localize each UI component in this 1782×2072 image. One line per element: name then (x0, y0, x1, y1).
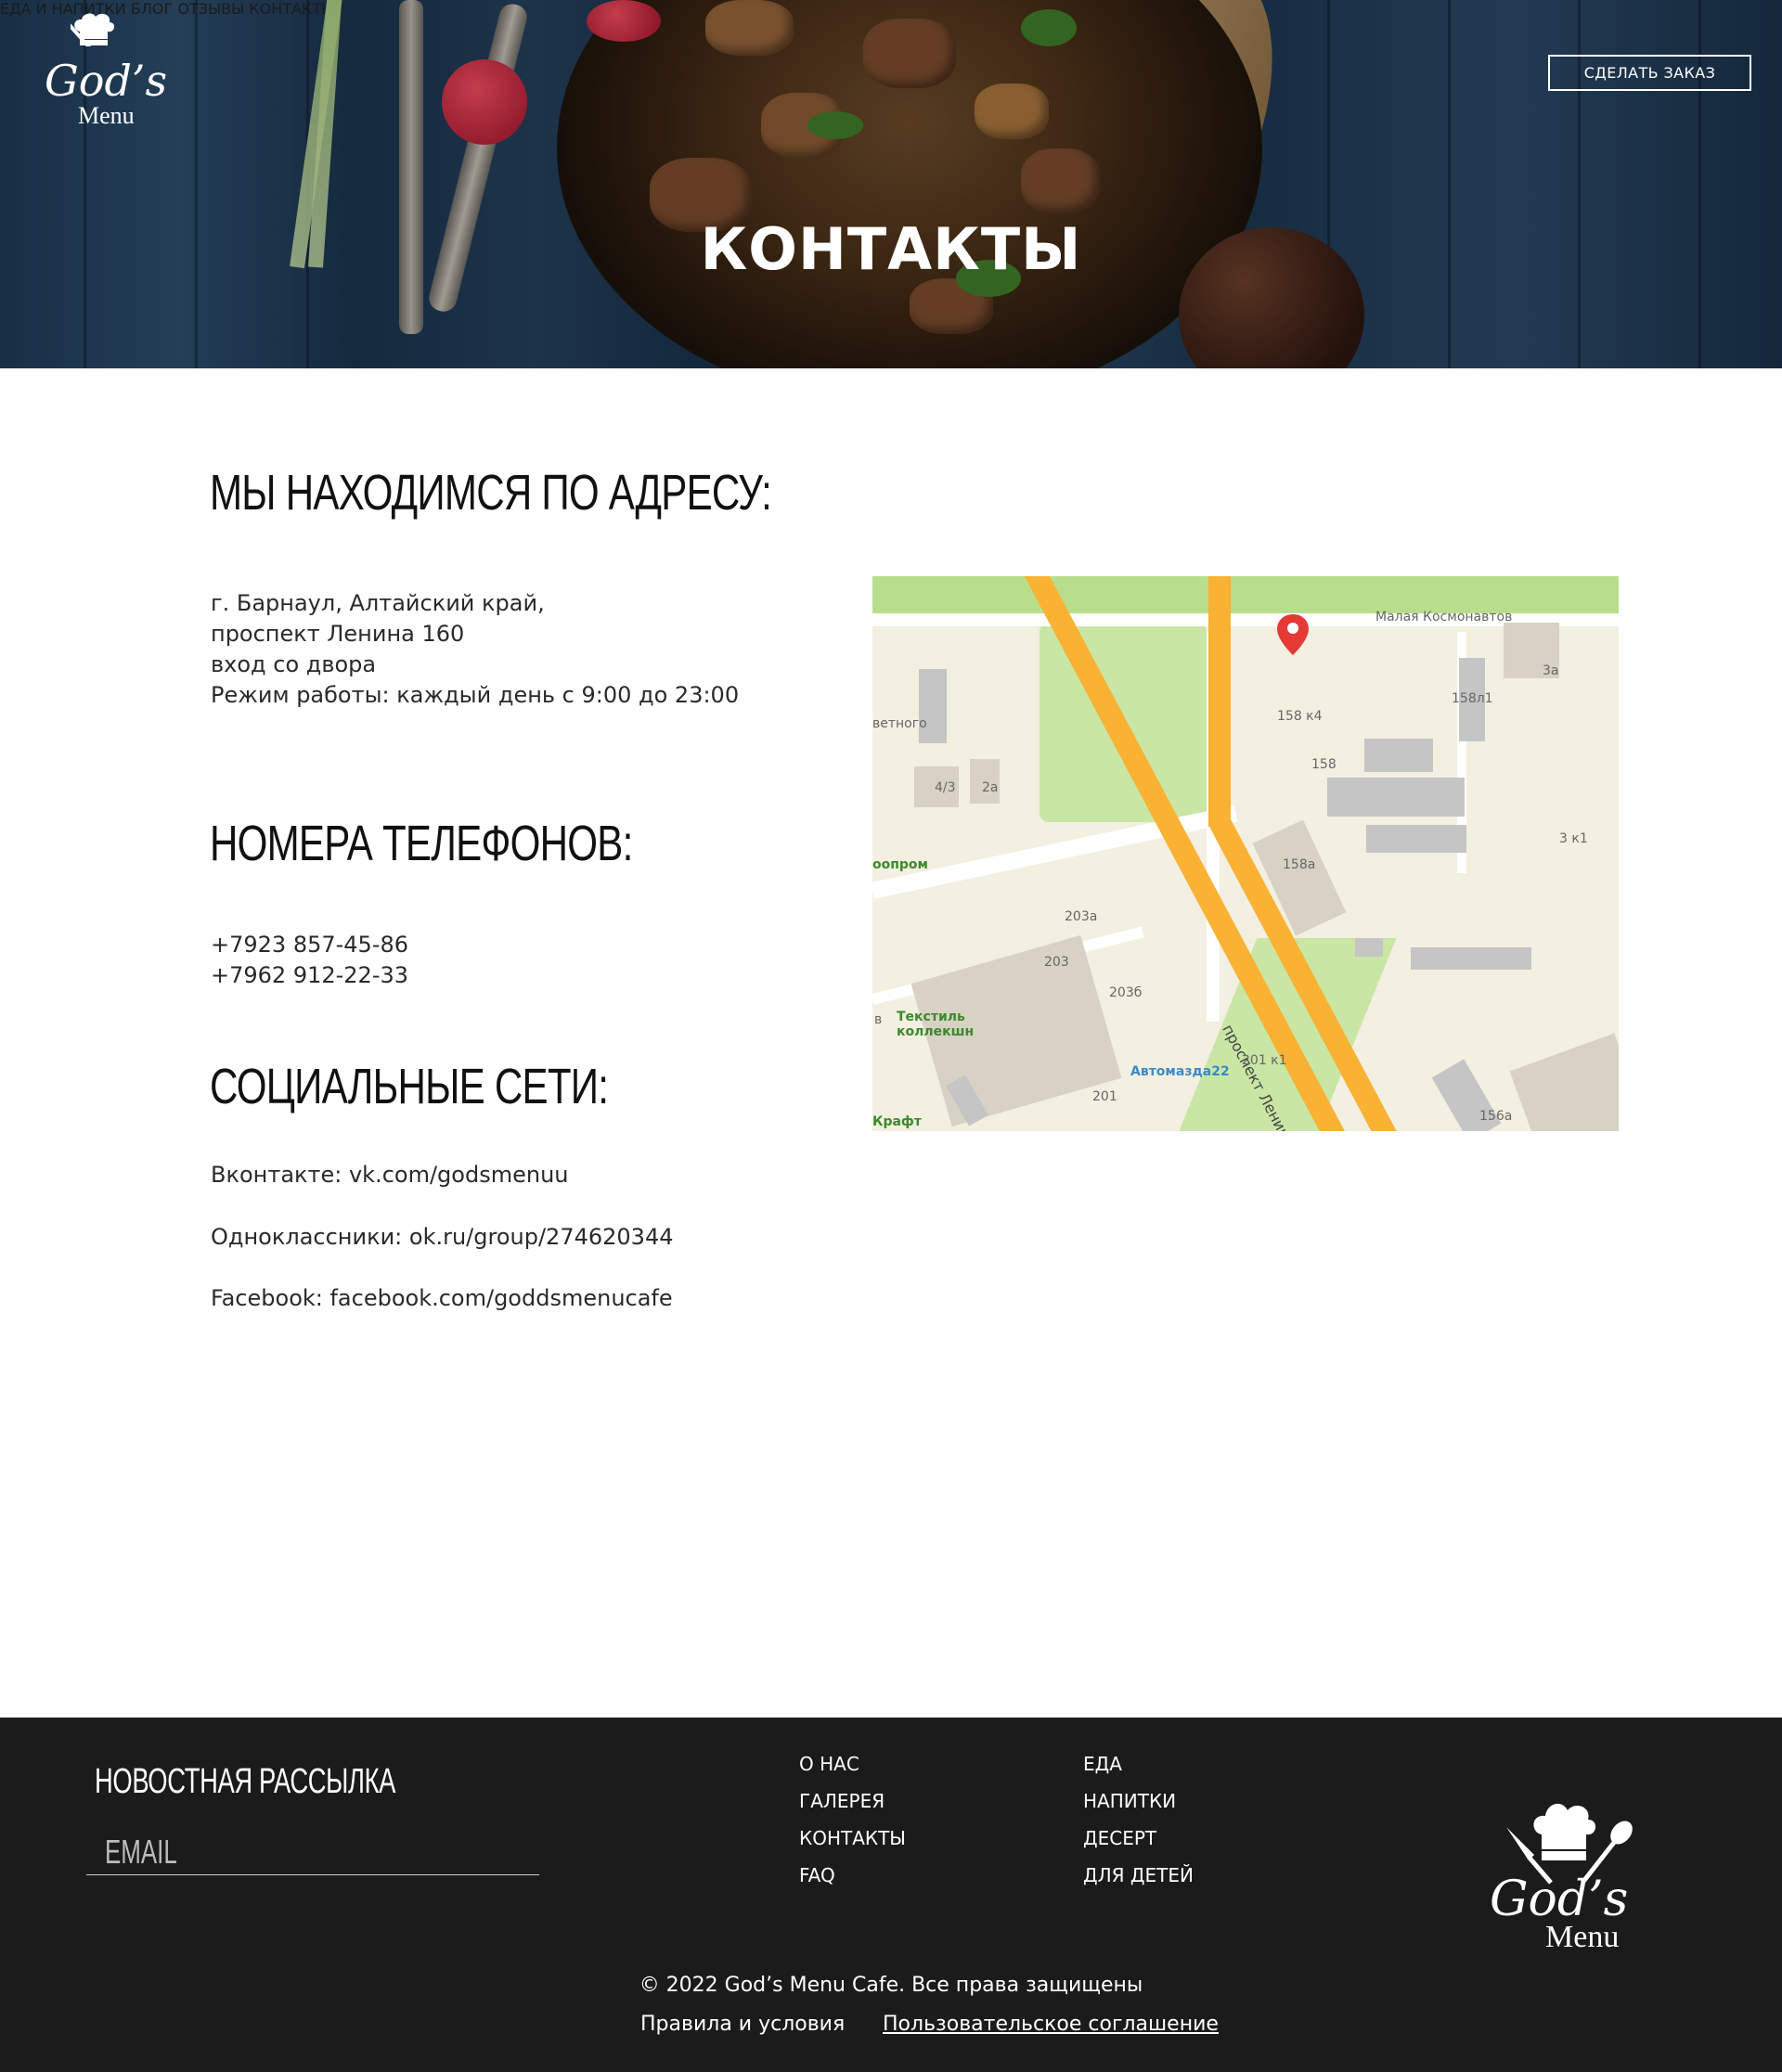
address-line: вход со двора (211, 651, 377, 677)
logo-script: God’s (1490, 1872, 1629, 1927)
footer-link-kids[interactable]: ДЛЯ ДЕТЕЙ (1083, 1857, 1194, 1894)
map-label: в (874, 1012, 883, 1027)
logo-script: God’s (45, 56, 168, 106)
map-label: 158 (1311, 757, 1336, 772)
map-label: 2а (982, 780, 999, 795)
phones-heading: НОМЕРА ТЕЛЕФОНОВ: (210, 816, 633, 871)
social-link-vk[interactable]: Вконтакте: vk.com/godsmenuu (211, 1160, 569, 1190)
logo-word: Menu (1545, 1920, 1620, 1954)
map-label: Крафт (872, 1114, 922, 1129)
footer-link-contacts[interactable]: КОНТАКТЫ (799, 1820, 906, 1857)
location-map[interactable]: Малая Космонавтов проспект Ленина 3а 158… (872, 576, 1619, 1131)
logo[interactable]: God’s Menu (39, 11, 167, 130)
map-label: 203а (1065, 909, 1098, 924)
map-poi-textile[interactable]: Текстиль коллекшн (897, 1010, 974, 1039)
footer-link-about[interactable]: О НАС (799, 1745, 906, 1782)
map-label: 201 (1092, 1089, 1117, 1104)
footer-logo[interactable]: God’s Menu (1490, 1790, 1647, 1957)
map-poi-automazda[interactable]: Автомазда22 (1130, 1064, 1230, 1079)
address-line: г. Барнаул, Алтайский край, (211, 590, 545, 616)
email-field[interactable] (86, 1827, 539, 1875)
footer-links-col1: О НАС ГАЛЕРЕЯ КОНТАКТЫ FAQ (799, 1745, 906, 1894)
footer-link-food[interactable]: ЕДА (1083, 1745, 1194, 1782)
footer-link-drinks[interactable]: НАПИТКИ (1083, 1782, 1194, 1820)
footer: НОВОСТНАЯ РАССЫЛКА EMAIL О НАС ГАЛЕРЕЯ К… (0, 1718, 1782, 2072)
map-label: 158 к4 (1277, 709, 1323, 724)
terms-link[interactable]: Правила и условия (640, 2013, 845, 2036)
map-label: 201 к1 (1242, 1053, 1287, 1068)
map-label: 4/3 (935, 780, 956, 795)
map-label: 3а (1543, 663, 1559, 678)
map-label: 203б (1109, 985, 1143, 1000)
copyright: © 2022 God’s Menu Cafe. Все права защище… (639, 1974, 1143, 1997)
address-line: проспект Ленина 160 (211, 621, 465, 647)
social-link-facebook[interactable]: Facebook: facebook.com/goddsmenucafe (211, 1283, 673, 1314)
page-title: КОНТАКТЫ (700, 215, 1082, 283)
social-heading: СОЦИАЛЬНЫЕ СЕТИ: (210, 1059, 609, 1114)
map-street-label: Малая Космонавтов (1375, 610, 1513, 624)
footer-link-faq[interactable]: FAQ (799, 1857, 906, 1894)
order-button[interactable]: СДЕЛАТЬ ЗАКАЗ (1548, 55, 1751, 91)
social-link-ok[interactable]: Одноклассники: ok.ru/group/274620344 (211, 1222, 673, 1253)
address-heading: МЫ НАХОДИМСЯ ПО АДРЕСУ: (210, 465, 772, 521)
footer-link-dessert[interactable]: ДЕСЕРТ (1083, 1820, 1194, 1857)
hero-banner: God’s Menu ЕДА И НАПИТКИ БЛОГ ОТЗЫВЫ КОН… (0, 0, 1782, 368)
footer-link-gallery[interactable]: ГАЛЕРЕЯ (799, 1782, 906, 1820)
chef-hat-icon (71, 13, 115, 46)
opening-hours: Режим работы: каждый день с 9:00 до 23:0… (211, 682, 740, 708)
map-label: ветного (872, 716, 927, 731)
agreement-link[interactable]: Пользовательское соглашение (883, 2013, 1219, 2036)
location-pin-icon[interactable] (1277, 614, 1309, 655)
map-label: оопром (872, 857, 928, 872)
phone-number[interactable]: +7962 912-22-33 (211, 960, 408, 991)
map-label: 158а (1283, 857, 1316, 872)
logo-word: Menu (78, 102, 135, 129)
footer-links-col2: ЕДА НАПИТКИ ДЕСЕРТ ДЛЯ ДЕТЕЙ (1083, 1745, 1194, 1894)
phone-number[interactable]: +7923 857-45-86 (211, 930, 408, 960)
map-label: 158л1 (1452, 691, 1493, 706)
map-label: 3 к1 (1559, 831, 1588, 846)
map-label: 156а (1479, 1109, 1513, 1124)
newsletter-title: НОВОСТНАЯ РАССЫЛКА (95, 1762, 396, 1801)
map-label: 203 (1044, 955, 1069, 970)
